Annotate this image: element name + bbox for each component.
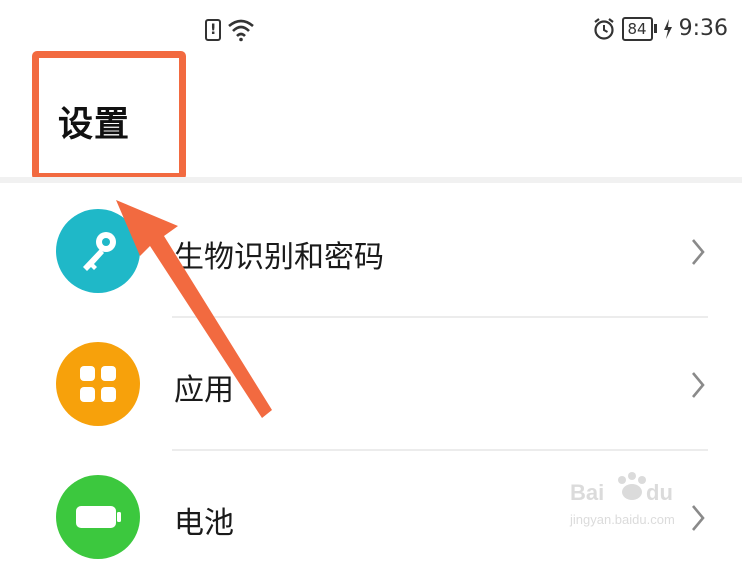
svg-text:Bai: Bai — [570, 480, 604, 505]
battery-icon: 84 — [621, 16, 653, 41]
list-item-biometrics-password[interactable]: 生物识别和密码 — [0, 185, 742, 318]
battery-tip — [653, 24, 657, 33]
chevron-right-icon — [692, 372, 705, 398]
annotation-highlight-box — [32, 51, 186, 180]
status-right-icons: 84 9:36 — [592, 16, 728, 41]
chevron-right-icon — [692, 239, 705, 265]
status-left-icons — [205, 18, 255, 42]
sim-alert-icon — [205, 19, 221, 41]
svg-text:du: du — [646, 480, 673, 505]
key-icon — [56, 209, 140, 293]
list-item-label: 电池 — [174, 506, 234, 541]
apps-grid-icon — [56, 342, 140, 426]
alarm-icon — [593, 17, 614, 40]
baidu-jingyan-watermark: Bai du jingyan.baidu.com — [569, 472, 675, 527]
charging-icon — [663, 18, 672, 39]
list-item-apps[interactable]: 应用 — [0, 318, 742, 451]
list-item-label: 应用 — [174, 373, 234, 408]
section-divider — [0, 177, 742, 183]
battery-icon — [56, 475, 140, 559]
svg-text:jingyan.baidu.com: jingyan.baidu.com — [569, 512, 675, 527]
wifi-icon — [228, 19, 254, 42]
list-item-label: 生物识别和密码 — [174, 240, 384, 275]
status-time: 9:36 — [678, 16, 728, 41]
